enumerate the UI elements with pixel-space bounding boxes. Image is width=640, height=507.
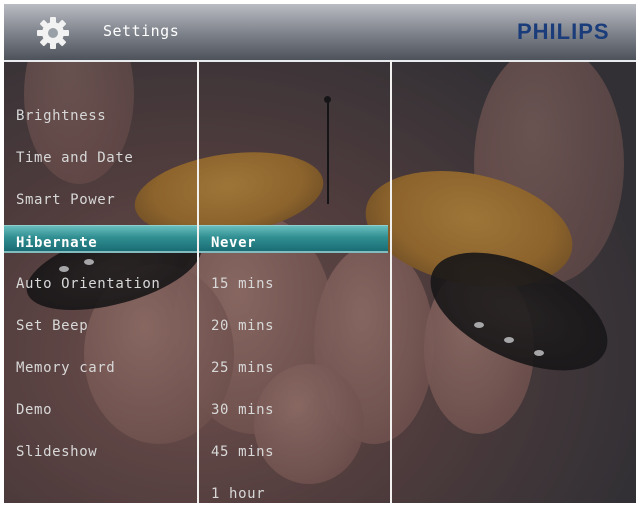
background-photo [4, 4, 636, 503]
page-title: Settings [103, 22, 180, 40]
menu-item-memory-card[interactable]: Memory card [16, 360, 115, 376]
option-1-hour[interactable]: 1 hour [211, 486, 265, 502]
menu-item-time-and-date[interactable]: Time and Date [16, 150, 133, 166]
menu-item-auto-orientation[interactable]: Auto Orientation [16, 276, 160, 292]
menu-item-smart-power[interactable]: Smart Power [16, 192, 115, 208]
option-20-mins[interactable]: 20 mins [211, 318, 274, 334]
photo-frame-screen: Settings PHILIPS Brightness Time and Dat… [4, 4, 636, 503]
column-divider-2 [390, 60, 392, 503]
column-divider-1 [197, 60, 199, 503]
brand-logo: PHILIPS [517, 19, 610, 44]
menu-item-hibernate[interactable]: Hibernate [16, 235, 97, 251]
gear-icon [34, 14, 72, 52]
menu-item-demo[interactable]: Demo [16, 402, 52, 418]
option-25-mins[interactable]: 25 mins [211, 360, 274, 376]
menu-item-set-beep[interactable]: Set Beep [16, 318, 88, 334]
option-15-mins[interactable]: 15 mins [211, 276, 274, 292]
option-45-mins[interactable]: 45 mins [211, 444, 274, 460]
option-30-mins[interactable]: 30 mins [211, 402, 274, 418]
option-never[interactable]: Never [211, 235, 256, 251]
menu-item-slideshow[interactable]: Slideshow [16, 444, 97, 460]
menu-item-brightness[interactable]: Brightness [16, 108, 106, 124]
header-bar: Settings PHILIPS [4, 4, 636, 62]
